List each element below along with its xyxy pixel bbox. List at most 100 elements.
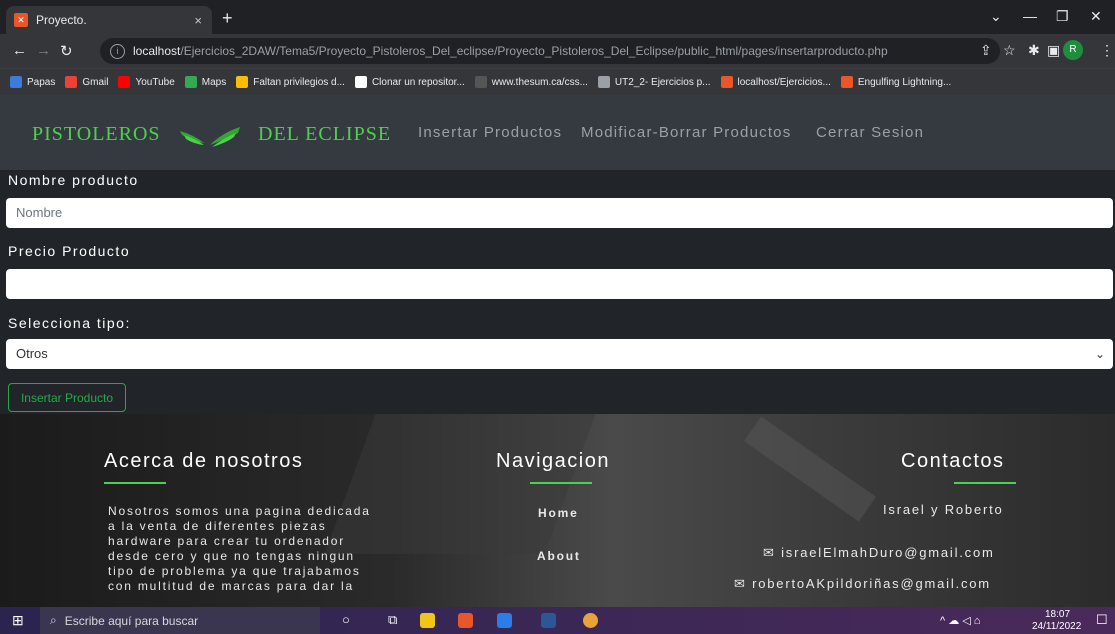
- bookmark-item[interactable]: Gmail: [65, 76, 108, 88]
- search-icon: ⌕: [50, 613, 57, 627]
- bookmark-favicon-icon: [354, 76, 367, 88]
- bookmark-label: UT2_2- Ejercicios p...: [614, 76, 711, 88]
- bookmark-item[interactable]: www.thesum.ca/css...: [474, 76, 588, 88]
- bookmark-label: Clonar un repositor...: [371, 76, 465, 88]
- url-host: localhost: [133, 44, 181, 58]
- tab-search-chevron-icon[interactable]: ⌄: [990, 8, 1002, 25]
- task-view-icon[interactable]: ⧉: [388, 612, 397, 628]
- bookmark-label: Engulfing Lightning...: [857, 76, 952, 88]
- contact-names: Israel y Roberto: [883, 502, 1004, 517]
- chrome-icon[interactable]: [583, 613, 598, 628]
- windows-start-icon[interactable]: ⊞: [12, 612, 24, 629]
- bookmark-item[interactable]: Clonar un repositor...: [354, 76, 465, 88]
- browser-toolbar: ← → ↻ i localhost/Ejercicios_2DAW/Tema5/…: [0, 34, 1115, 68]
- reload-icon[interactable]: ↻: [60, 42, 73, 60]
- bookmark-item[interactable]: Faltan privilegios d...: [236, 76, 345, 88]
- about-line: a la venta de diferentes piezas: [108, 519, 327, 533]
- type-select-value: Otros: [16, 346, 48, 361]
- word-icon[interactable]: [541, 613, 556, 628]
- contact-email-1[interactable]: ✉ israelElmahDuro@gmail.com: [763, 545, 995, 561]
- back-icon[interactable]: ←: [12, 42, 27, 59]
- logo-text-right[interactable]: DEL ECLIPSE: [258, 123, 391, 146]
- cortana-icon[interactable]: ○: [342, 612, 350, 627]
- profile-avatar[interactable]: R: [1063, 40, 1083, 60]
- bookmark-label: Papas: [27, 76, 56, 88]
- contact-email-2[interactable]: ✉ robertoAKpildoriñas@gmail.com: [734, 576, 991, 592]
- forward-icon[interactable]: →: [36, 42, 51, 59]
- bookmark-label: Faltan privilegios d...: [253, 76, 345, 88]
- about-underline: [104, 482, 166, 484]
- xampp-taskbar-icon[interactable]: [458, 613, 473, 628]
- page-content: PISTOLEROS DEL ECLIPSE Insertar Producto…: [0, 95, 1115, 607]
- about-title: Acerca de nosotros: [104, 450, 304, 472]
- site-header: PISTOLEROS DEL ECLIPSE Insertar Producto…: [0, 95, 1115, 170]
- bookmark-item[interactable]: Papas: [10, 76, 55, 88]
- taskbar-time: 18:07: [1045, 609, 1071, 620]
- extensions-icon[interactable]: ✱: [1028, 42, 1040, 59]
- nav-modificar-borrar[interactable]: Modificar-Borrar Productos: [581, 124, 791, 141]
- bookmark-favicon-icon: [474, 76, 487, 88]
- window-close-icon[interactable]: ✕: [1090, 8, 1102, 25]
- about-line: desde cero y que no tengas ningun: [108, 549, 355, 563]
- notifications-icon[interactable]: ☐: [1096, 612, 1108, 628]
- bookmark-favicon-icon: [184, 76, 197, 88]
- bookmark-item[interactable]: localhost/Ejercicios...: [720, 76, 831, 88]
- name-input[interactable]: Nombre: [6, 198, 1113, 228]
- logo-text-left[interactable]: PISTOLEROS: [32, 123, 161, 146]
- file-explorer-icon[interactable]: [420, 613, 435, 628]
- type-select[interactable]: Otros ⌄: [6, 339, 1113, 369]
- contact-title: Contactos: [901, 450, 1005, 472]
- site-footer: Acerca de nosotros Nosotros somos una pa…: [0, 414, 1115, 607]
- bookmark-favicon-icon: [597, 76, 610, 88]
- envelope-icon: ✉: [763, 545, 782, 560]
- bookmark-favicon-icon: [65, 76, 78, 88]
- name-label: Nombre producto: [8, 172, 139, 188]
- bookmark-label: Gmail: [82, 76, 109, 88]
- about-line: hardware para crear tu ordenador: [108, 534, 346, 548]
- contact-underline: [954, 482, 1016, 484]
- menu-icon[interactable]: ⋮: [1100, 42, 1114, 59]
- bookmark-item[interactable]: Engulfing Lightning...: [840, 76, 952, 88]
- about-line: tipo de problema ya que trajabamos: [108, 564, 361, 578]
- nav-cerrar-sesion[interactable]: Cerrar Sesion: [816, 124, 924, 141]
- app-taskbar-icon[interactable]: [497, 613, 512, 628]
- minimize-icon[interactable]: —: [1023, 8, 1037, 24]
- bookmarks-bar: Papas Gmail YouTube Maps Faltan privilegios …: [0, 68, 1115, 95]
- bookmark-favicon-icon: [10, 76, 22, 88]
- contact-email-1-text: israelElmahDuro@gmail.com: [781, 545, 995, 560]
- bookmark-item[interactable]: Maps: [184, 76, 226, 88]
- price-label: Precio Producto: [8, 243, 131, 259]
- new-tab-button[interactable]: +: [222, 8, 233, 29]
- bookmark-label: www.thesum.ca/css...: [491, 76, 588, 88]
- bookmark-item[interactable]: YouTube: [118, 76, 175, 88]
- restore-icon[interactable]: ❐: [1056, 8, 1069, 25]
- site-info-icon[interactable]: i: [110, 43, 125, 59]
- bookmark-star-icon[interactable]: ☆: [1003, 42, 1016, 59]
- share-icon[interactable]: ⇪: [980, 42, 992, 59]
- tab-close-icon[interactable]: ×: [194, 13, 202, 28]
- insert-product-button[interactable]: Insertar Producto: [8, 383, 126, 412]
- footer-link-home[interactable]: Home: [538, 506, 579, 520]
- address-bar[interactable]: i localhost/Ejercicios_2DAW/Tema5/Proyec…: [100, 38, 1000, 64]
- taskbar-search[interactable]: ⌕ Escribe aquí para buscar: [40, 607, 320, 634]
- bookmark-favicon-icon: [236, 76, 249, 88]
- side-panel-icon[interactable]: ▣: [1047, 42, 1060, 59]
- url-path: /Ejercicios_2DAW/Tema5/Proyecto_Pistoler…: [180, 44, 888, 58]
- taskbar-search-placeholder: Escribe aquí para buscar: [64, 613, 199, 628]
- price-input[interactable]: [6, 269, 1113, 299]
- browser-tab[interactable]: ✕ Proyecto. ×: [6, 6, 212, 34]
- bookmark-favicon-icon: [720, 76, 733, 88]
- bookmark-label: YouTube: [135, 76, 175, 88]
- nav-underline: [530, 482, 592, 484]
- type-label: Selecciona tipo:: [8, 315, 131, 331]
- footer-link-about[interactable]: About: [537, 549, 581, 563]
- bookmark-favicon-icon: [118, 76, 131, 88]
- system-tray-icons[interactable]: ^ ☁ ◁ ⌂: [940, 614, 980, 627]
- nav-insertar-productos[interactable]: Insertar Productos: [418, 124, 562, 141]
- bookmark-item[interactable]: UT2_2- Ejercicios p...: [597, 76, 711, 88]
- nav-title: Navigacion: [496, 450, 610, 472]
- browser-tab-bar: ✕ Proyecto. × + ⌄ — ❐ ✕: [0, 0, 1115, 34]
- about-line: con multitud de marcas para dar la: [108, 579, 354, 593]
- bookmark-favicon-icon: [840, 76, 853, 88]
- tab-title: Proyecto.: [36, 13, 87, 27]
